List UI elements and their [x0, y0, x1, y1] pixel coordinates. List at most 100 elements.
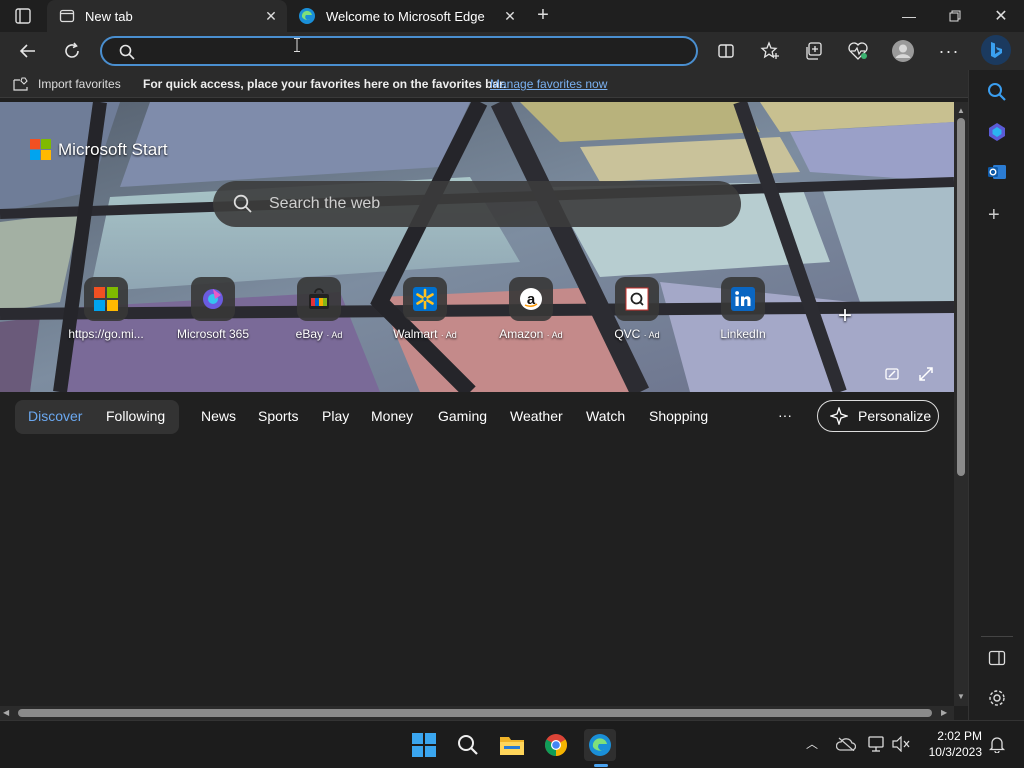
import-favorites-button[interactable]: Import favorites	[12, 76, 121, 92]
notification-bell-icon[interactable]	[988, 735, 1006, 758]
tab-following[interactable]: Following	[106, 408, 165, 424]
page-settings-icon[interactable]	[884, 366, 900, 387]
quick-link-tile[interactable]: LinkedIn	[698, 277, 788, 341]
clock[interactable]: 2:02 PM 10/3/2023	[920, 728, 982, 760]
tab-play[interactable]: Play	[322, 408, 349, 424]
tab-money[interactable]: Money	[371, 408, 413, 424]
scroll-thumb[interactable]	[957, 118, 965, 476]
web-search-box[interactable]: Search the web	[213, 181, 741, 227]
windows-taskbar: ︿ 2:02 PM 10/3/2023	[0, 720, 1024, 768]
tab-actions-icon[interactable]	[14, 8, 32, 24]
edge-taskbar-icon[interactable]	[584, 729, 616, 761]
active-app-indicator	[594, 764, 608, 767]
ad-badge: · Ad	[326, 330, 343, 340]
scroll-up-arrow-icon[interactable]: ▲	[957, 106, 965, 115]
clock-time: 2:02 PM	[937, 729, 982, 743]
brand-name: Microsoft Start	[58, 140, 168, 159]
quick-link-tile[interactable]: a Amazon · Ad	[486, 277, 576, 341]
tab-shopping[interactable]: Shopping	[649, 408, 708, 424]
scroll-right-arrow-icon[interactable]: ▶	[941, 708, 947, 717]
browser-essentials-icon[interactable]	[846, 39, 870, 63]
sidebar-settings-icon[interactable]	[987, 688, 1007, 713]
collections-button[interactable]	[802, 39, 826, 63]
sidebar-divider	[981, 636, 1013, 637]
restore-button[interactable]	[932, 0, 978, 32]
display-icon[interactable]	[868, 735, 886, 758]
quick-link-label: LinkedIn	[720, 327, 766, 341]
scroll-left-arrow-icon[interactable]: ◀	[3, 708, 9, 717]
tab-watch[interactable]: Watch	[586, 408, 625, 424]
profile-avatar[interactable]	[891, 39, 915, 63]
scroll-down-arrow-icon[interactable]: ▼	[957, 692, 965, 701]
close-tab-icon[interactable]: ✕	[263, 8, 279, 24]
ad-badge: · Ad	[440, 330, 457, 340]
new-tab-page-icon	[59, 8, 75, 24]
title-bar: New tab ✕ Welcome to Microsoft Edge ✕ + …	[0, 0, 1024, 32]
quick-link-tile[interactable]: Walmart · Ad	[380, 277, 470, 341]
more-categories-button[interactable]: ···	[778, 407, 792, 423]
vertical-scrollbar[interactable]: ▲ ▼	[954, 102, 968, 706]
address-bar[interactable]	[100, 36, 698, 66]
tab-news[interactable]: News	[201, 408, 236, 424]
taskbar-search-icon[interactable]	[452, 729, 484, 761]
volume-muted-icon[interactable]	[892, 735, 910, 757]
tab-discover[interactable]: Discover	[28, 408, 82, 424]
quick-link-tile[interactable]: https://go.mi...	[61, 277, 151, 341]
quick-link-tile[interactable]: eBay · Ad	[274, 277, 364, 341]
manage-favorites-link[interactable]: Manage favorites now	[490, 77, 607, 91]
sidebar-copilot-icon[interactable]	[987, 122, 1007, 147]
edge-logo-icon	[298, 7, 316, 25]
onedrive-icon[interactable]	[835, 737, 857, 756]
sidebar-add-icon[interactable]: +	[988, 204, 1000, 227]
quick-link-label: Walmart	[393, 327, 438, 341]
tab-welcome-edge[interactable]: Welcome to Microsoft Edge ✕	[290, 0, 526, 32]
windows-start-icon[interactable]	[408, 729, 440, 761]
tab-sports[interactable]: Sports	[258, 408, 298, 424]
address-input[interactable]	[142, 42, 682, 62]
microsoft-start-logo[interactable]: Microsoft Start	[30, 139, 168, 161]
expand-icon[interactable]	[918, 366, 934, 387]
tab-gaming[interactable]: Gaming	[438, 408, 487, 424]
add-quick-link-button[interactable]: +	[838, 302, 852, 330]
close-tab-icon[interactable]: ✕	[502, 8, 518, 24]
text-cursor	[294, 38, 300, 52]
ad-badge: · Ad	[546, 330, 563, 340]
close-window-button[interactable]: ✕	[978, 0, 1024, 32]
ebay-icon	[297, 277, 341, 321]
split-screen-button[interactable]	[714, 39, 738, 63]
background-image: Microsoft Start Search the web https://g…	[0, 102, 954, 392]
bing-copilot-button[interactable]	[981, 35, 1011, 65]
hide-sidebar-icon[interactable]	[988, 650, 1006, 671]
ad-badge: · Ad	[643, 330, 660, 340]
microsoft-logo-icon	[84, 277, 128, 321]
show-hidden-icons-icon[interactable]: ︿	[806, 735, 818, 752]
personalize-button[interactable]: Personalize	[817, 400, 939, 432]
quick-link-label: QVC	[614, 327, 641, 341]
sparkle-icon	[828, 405, 850, 427]
chrome-icon[interactable]	[540, 729, 572, 761]
new-tab-button[interactable]: +	[532, 5, 554, 26]
refresh-button[interactable]	[60, 39, 84, 63]
favorites-bar-message: For quick access, place your favorites h…	[143, 77, 507, 91]
more-menu-button[interactable]: ···	[937, 39, 961, 63]
tab-label: Welcome to Microsoft Edge	[326, 8, 485, 24]
search-icon	[233, 194, 253, 219]
file-explorer-icon[interactable]	[496, 729, 528, 761]
scroll-thumb[interactable]	[18, 709, 932, 717]
horizontal-scrollbar[interactable]: ◀ ▶	[0, 706, 954, 720]
quick-link-tile[interactable]: QVC · Ad	[592, 277, 682, 341]
favorites-bar: Import favorites For quick access, place…	[0, 70, 968, 98]
sidebar-search-icon[interactable]	[987, 82, 1007, 107]
tab-weather[interactable]: Weather	[510, 408, 563, 424]
search-icon	[119, 44, 135, 65]
search-placeholder: Search the web	[269, 195, 381, 212]
quick-link-label: https://go.mi...	[68, 327, 144, 341]
sidebar-outlook-icon[interactable]	[987, 162, 1007, 187]
quick-link-tile[interactable]: Microsoft 365	[168, 277, 258, 341]
minimize-button[interactable]: —	[886, 0, 932, 32]
quick-link-label: Microsoft 365	[176, 327, 250, 341]
back-button[interactable]	[16, 39, 40, 63]
edge-sidebar: +	[968, 70, 1024, 720]
tab-new-tab[interactable]: New tab ✕	[47, 0, 287, 32]
favorites-button[interactable]	[758, 39, 782, 63]
